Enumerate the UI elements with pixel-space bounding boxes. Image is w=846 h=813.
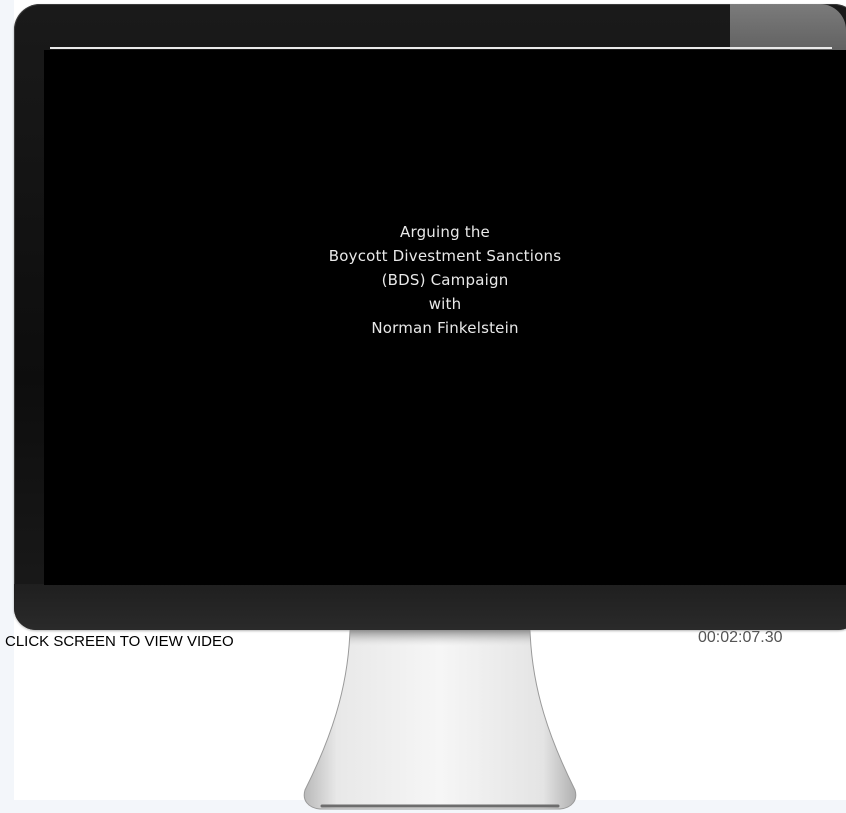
title-line-3: (BDS) Campaign (381, 271, 509, 289)
click-screen-instruction: CLICK SCREEN TO VIEW VIDEO (5, 633, 234, 650)
monitor-stand (303, 630, 577, 810)
page-background-left (0, 0, 14, 813)
title-line-5: Norman Finkelstein (371, 319, 519, 337)
video-timecode: 00:02:07.30 (698, 629, 783, 646)
title-line-4: with (428, 295, 462, 313)
monitor-glare (730, 4, 846, 50)
video-screen[interactable]: Arguing the Boycott Divestment Sanctions… (44, 50, 846, 585)
title-line-2: Boycott Divestment Sanctions (328, 247, 562, 265)
video-title-card: Arguing the Boycott Divestment Sanctions… (44, 220, 846, 340)
title-line-1: Arguing the (400, 223, 490, 241)
screen-top-edge (50, 47, 832, 49)
monitor-chin (14, 584, 846, 630)
